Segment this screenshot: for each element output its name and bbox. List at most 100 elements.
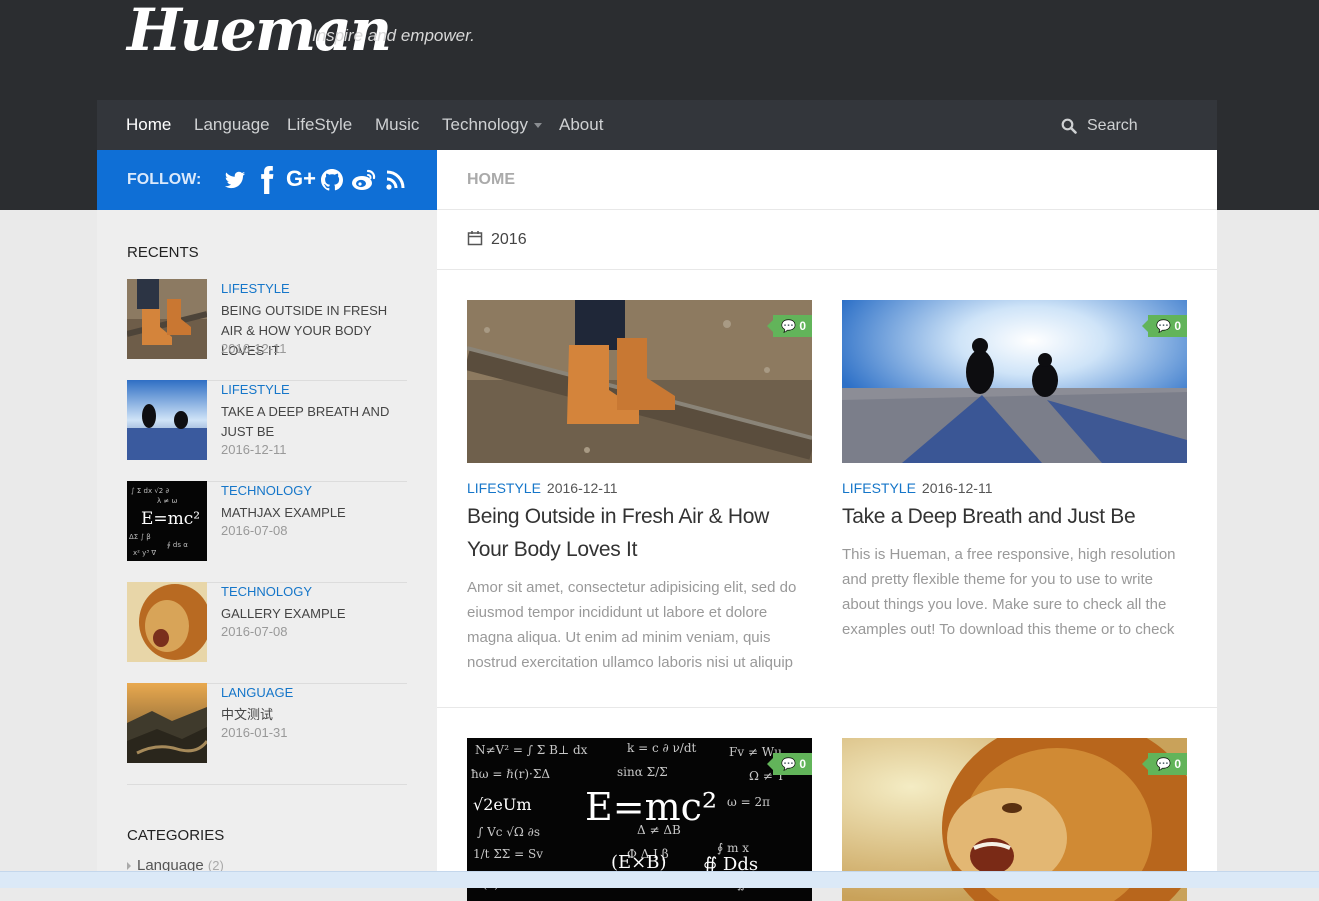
svg-text:1/t ΣΣ = Sv: 1/t ΣΣ = Sv <box>473 847 543 861</box>
nav-item-home[interactable]: Home <box>126 100 171 150</box>
comment-count: 0 <box>799 319 806 333</box>
recent-item[interactable]: ∫ Σ dx √2 ∂ λ ≠ ω ΔΣ ∫ β ∮ ds α x² y³ ∇ E=mc… <box>127 481 407 583</box>
svg-text:k = c ∂ ν/dt: k = c ∂ ν/dt <box>627 741 697 755</box>
recent-date: 2016-07-08 <box>221 523 288 538</box>
recent-item[interactable]: TECHNOLOGY GALLERY EXAMPLE 2016-07-08 <box>127 582 407 684</box>
follow-label: FOLLOW: <box>127 171 202 188</box>
nav-item-technology[interactable]: Technology <box>442 100 543 150</box>
post-excerpt: This is Hueman, a free responsive, high … <box>842 546 1176 638</box>
post-image[interactable] <box>842 300 1187 463</box>
recents-title: RECENTS <box>127 244 199 261</box>
svg-text:√2eUm: √2eUm <box>473 795 532 814</box>
post-excerpt: Amor sit amet, consectetur adipisicing e… <box>467 579 797 671</box>
svg-text:ΔΣ ∫ β: ΔΣ ∫ β <box>129 533 151 541</box>
svg-text:∫ Vc √Ω ∂s: ∫ Vc √Ω ∂s <box>477 825 540 839</box>
recent-date: 2016-01-31 <box>221 725 288 740</box>
comment-count-badge[interactable]: 💬 0 <box>1142 315 1187 337</box>
post-card: 💬 0 <box>842 738 1187 901</box>
weibo-icon[interactable] <box>351 166 377 194</box>
divider <box>437 209 1217 210</box>
recent-category[interactable]: TECHNOLOGY <box>221 584 312 599</box>
chevron-down-icon <box>534 123 543 129</box>
post-image[interactable] <box>467 300 812 463</box>
github-icon[interactable] <box>320 166 344 194</box>
post-title[interactable]: Take a Deep Breath and Just Be <box>842 500 1187 533</box>
recent-item[interactable]: LANGUAGE 中文测试 2016-01-31 <box>127 683 407 785</box>
recent-title[interactable]: MATHJAX EXAMPLE <box>221 503 407 523</box>
svg-text:∫ Σ dx √2 ∂: ∫ Σ dx √2 ∂ <box>131 487 169 495</box>
calendar-icon <box>467 231 483 246</box>
svg-text:ħω = ℏ(r)·ΣΔ: ħω = ℏ(r)·ΣΔ <box>471 767 550 781</box>
recent-date: 2016-07-08 <box>221 624 288 639</box>
comment-icon: 💬 <box>781 757 796 771</box>
recent-item[interactable]: LIFESTYLE BEING OUTSIDE IN FRESH AIR & H… <box>127 279 407 381</box>
comment-count: 0 <box>1174 319 1181 333</box>
nav-item-music[interactable]: Music <box>375 100 419 150</box>
recent-title[interactable]: GALLERY EXAMPLE <box>221 604 407 624</box>
nav-item-about[interactable]: About <box>559 100 603 150</box>
svg-text:E=mc²: E=mc² <box>141 509 200 529</box>
post-date: 2016-12-11 <box>546 480 618 496</box>
site-tagline: Inspire and empower. <box>312 26 475 45</box>
recent-date: 2016-12-11 <box>221 442 287 457</box>
post-category[interactable]: LIFESTYLE <box>467 480 541 496</box>
main-nav: Home Language LifeStyle Music Technology… <box>97 100 1217 150</box>
chevron-right-icon <box>127 862 131 871</box>
facebook-icon[interactable] <box>260 166 274 194</box>
comment-icon: 💬 <box>781 319 796 333</box>
search-box[interactable] <box>1059 100 1209 150</box>
main-content: HOME 2016 💬 0 LIFESTYLE 2016-12-11 Being… <box>437 150 1217 901</box>
recent-title[interactable]: TAKE A DEEP BREATH AND JUST BE <box>221 402 407 442</box>
svg-text:(E×B): (E×B) <box>611 852 667 873</box>
recent-title[interactable]: 中文测试 <box>221 705 407 725</box>
search-icon <box>1061 118 1077 134</box>
svg-text:sinα Σ/Σ: sinα Σ/Σ <box>617 765 668 779</box>
recent-date: 2016-12-11 <box>221 341 287 356</box>
svg-text:ω = 2π: ω = 2π <box>727 795 770 809</box>
search-input[interactable] <box>1085 112 1199 140</box>
post-card: 💬 0 LIFESTYLE 2016-12-11 Take a Deep Brea… <box>842 300 1187 680</box>
post-card: 💬 0 LIFESTYLE 2016-12-11 Being Outside in… <box>467 300 812 680</box>
recent-category[interactable]: LANGUAGE <box>221 685 293 700</box>
comment-count: 0 <box>799 757 806 771</box>
recent-thumb[interactable]: ∫ Σ dx √2 ∂ λ ≠ ω ΔΣ ∫ β ∮ ds α x² y³ ∇ E=mc… <box>127 481 207 561</box>
twitter-icon[interactable] <box>224 166 246 194</box>
follow-bar: FOLLOW: G+ <box>97 150 437 210</box>
comment-count: 0 <box>1174 757 1181 771</box>
svg-text:∮ m x: ∮ m x <box>717 841 749 855</box>
breadcrumb: HOME <box>467 171 515 188</box>
comment-icon: 💬 <box>1156 757 1171 771</box>
svg-text:∮ ds α: ∮ ds α <box>167 541 188 549</box>
comment-icon: 💬 <box>1156 319 1171 333</box>
recent-thumb[interactable] <box>127 279 207 359</box>
rss-icon[interactable] <box>386 166 406 194</box>
sidebar: RECENTS LIFESTYLE BEING OUTSIDE IN FRESH… <box>97 210 437 887</box>
recent-category[interactable]: LIFESTYLE <box>221 382 290 397</box>
comment-count-badge[interactable]: 💬 0 <box>767 315 812 337</box>
nav-item-technology-label: Technology <box>442 115 529 134</box>
post-card: N≠V² = ∫ Σ B⊥ dx k = c ∂ ν/dt Fv ≠ Wμ ħω =… <box>467 738 812 901</box>
recent-category[interactable]: LIFESTYLE <box>221 281 290 296</box>
comment-count-badge[interactable]: 💬 0 <box>1142 753 1187 775</box>
svg-text:λ ≠ ω: λ ≠ ω <box>157 497 177 505</box>
recent-thumb[interactable] <box>127 582 207 662</box>
archive-year: 2016 <box>491 231 527 248</box>
nav-item-language[interactable]: Language <box>194 100 270 150</box>
archive-heading: 2016 <box>467 230 527 249</box>
post-title[interactable]: Being Outside in Fresh Air & How Your Bo… <box>467 500 812 566</box>
browser-status-bar <box>0 871 1319 888</box>
recent-thumb[interactable] <box>127 683 207 763</box>
recent-thumb[interactable] <box>127 380 207 460</box>
post-meta: LIFESTYLE 2016-12-11 <box>842 480 993 496</box>
post-category[interactable]: LIFESTYLE <box>842 480 916 496</box>
recent-item[interactable]: LIFESTYLE TAKE A DEEP BREATH AND JUST BE… <box>127 380 407 482</box>
divider <box>437 707 1217 708</box>
svg-text:E=mc²: E=mc² <box>585 785 717 829</box>
nav-item-lifestyle[interactable]: LifeStyle <box>287 100 352 150</box>
svg-text:N≠V² = ∫ Σ B⊥ dx: N≠V² = ∫ Σ B⊥ dx <box>475 743 588 757</box>
recent-category[interactable]: TECHNOLOGY <box>221 483 312 498</box>
post-date: 2016-12-11 <box>921 480 993 496</box>
svg-text:x² y³ ∇: x² y³ ∇ <box>133 549 156 557</box>
comment-count-badge[interactable]: 💬 0 <box>767 753 812 775</box>
google-plus-icon[interactable]: G+ <box>286 164 316 192</box>
